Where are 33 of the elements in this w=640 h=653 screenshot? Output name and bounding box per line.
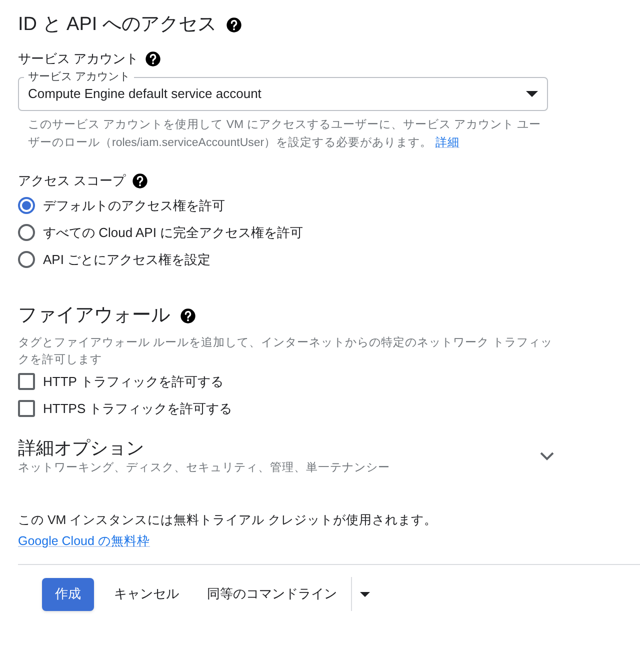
trial-notice: この VM インスタンスには無料トライアル クレジットが使用されます。 Google Cloud の無料枠 bbox=[18, 512, 438, 550]
expander-subtitle: ネットワーキング、ディスク、セキュリティ、管理、単一テナンシー bbox=[18, 460, 390, 476]
radio-button[interactable] bbox=[18, 251, 35, 268]
create-button[interactable]: 作成 bbox=[42, 578, 94, 610]
radio-label: デフォルトのアクセス権を許可 bbox=[43, 197, 225, 215]
dropdown-caret-icon[interactable] bbox=[360, 592, 370, 596]
help-icon[interactable] bbox=[132, 173, 148, 189]
field-heading: サービス アカウント bbox=[18, 50, 139, 68]
checkbox[interactable] bbox=[18, 373, 35, 390]
radio-label: API ごとにアクセス権を設定 bbox=[43, 251, 211, 269]
command-line-button[interactable]: 同等のコマンドライン bbox=[199, 578, 345, 610]
radio-label: すべての Cloud API に完全アクセス権を許可 bbox=[43, 224, 304, 242]
help-text: このサービス アカウントを使用して VM にアクセスするユーザーに、サービス アカウント ユーザーのロール（roles/iam.serviceAccountUser）を設定する必要があります。 詳細 bbox=[28, 118, 542, 151]
help-icon[interactable] bbox=[144, 51, 161, 67]
select-value: Compute Engine default service account bbox=[28, 85, 262, 104]
learn-more-link[interactable]: 詳細 bbox=[435, 137, 460, 149]
free-tier-link[interactable]: Google Cloud の無料枠 bbox=[18, 534, 150, 548]
help-icon[interactable] bbox=[226, 17, 242, 33]
checkbox-label: HTTP トラフィックを許可する bbox=[43, 373, 224, 391]
help-icon[interactable] bbox=[180, 308, 196, 324]
section-description: タグとファイアウォール ルールを追加して、インターネットからの特定のネットワーク トラフィックを許可します bbox=[18, 336, 554, 368]
checkbox-label: HTTPS トラフィックを許可する bbox=[43, 400, 232, 418]
field-heading: アクセス スコープ bbox=[18, 172, 126, 190]
radio-button[interactable] bbox=[18, 197, 35, 214]
radio-button[interactable] bbox=[18, 224, 35, 241]
section-title: ファイアウォール bbox=[18, 304, 170, 328]
chevron-icon[interactable] bbox=[540, 452, 554, 460]
cancel-button[interactable]: キャンセル bbox=[100, 578, 193, 610]
floating-label: サービス アカウント bbox=[24, 70, 134, 84]
dropdown-caret-icon bbox=[526, 91, 538, 97]
expander-title: 詳細オプション bbox=[18, 437, 145, 460]
section-title: ID と API へのアクセス bbox=[18, 13, 216, 37]
checkbox[interactable] bbox=[18, 400, 35, 417]
